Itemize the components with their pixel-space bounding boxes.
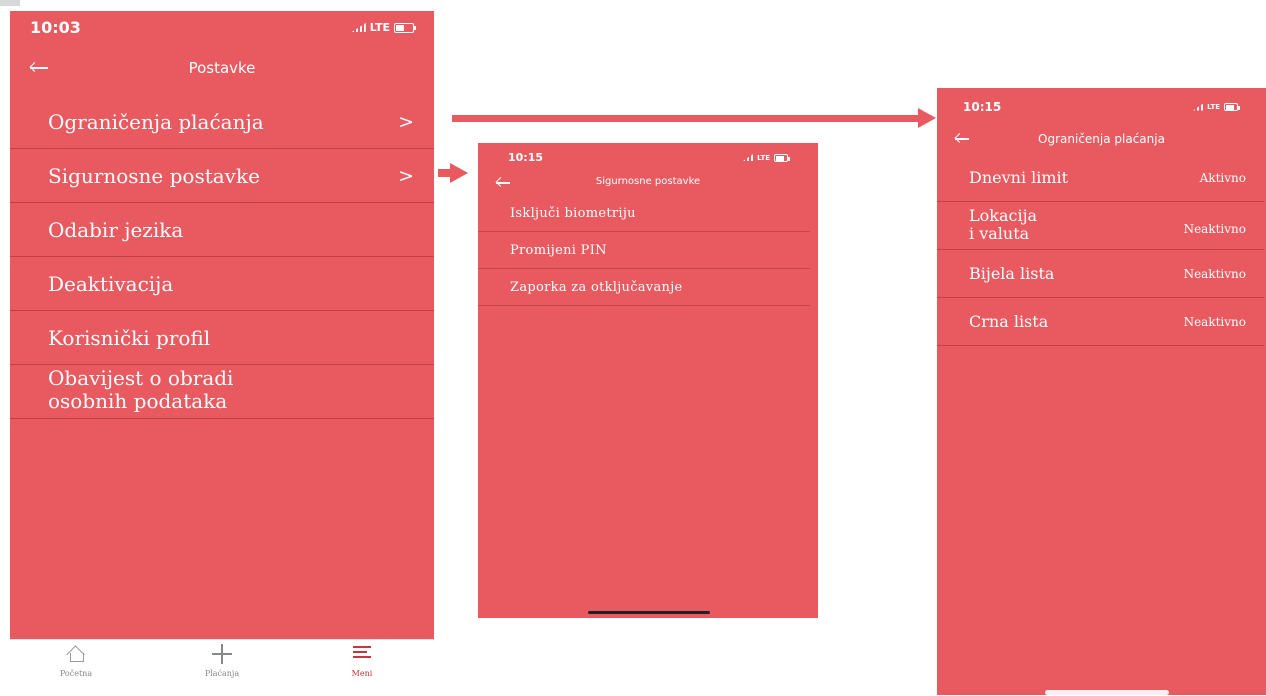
menu-item-unlock-password[interactable]: Zaporka za otključavanje [478,269,810,306]
network-label: LTE [369,21,390,34]
tab-label: Plaćanja [204,669,240,678]
status-indicators: LTE [351,21,416,34]
status-indicators: LTE [1193,103,1240,111]
menu-item-location-currency[interactable]: Lokacija i valuta Neaktivno [937,202,1264,250]
menu-icon [353,644,371,666]
menu-item-disable-biometrics[interactable]: Isključi biometriju [478,195,810,232]
status-time: 10:15 [508,151,544,164]
menu-item-label: Obavijest o obradi osobnih podataka [48,367,233,413]
label-line-2: osobnih podataka [48,389,228,413]
page-title: Postavke [188,59,256,77]
menu-item-whitelist[interactable]: Bijela lista Neaktivno [937,250,1264,298]
home-indicator [1045,690,1169,695]
signal-icon [1193,103,1204,111]
menu-item-deactivation[interactable]: Deaktivacija [10,257,434,311]
battery-icon [774,153,790,162]
screen-postavke: 10:03 LTE Postavke Ograničenja plaćanja … [10,11,434,639]
battery-icon [394,22,416,33]
label-line-1: Lokacija [969,206,1038,225]
tab-label: Meni [351,669,373,678]
signal-icon [351,23,366,32]
network-label: LTE [1207,103,1220,111]
home-indicator [588,611,710,614]
status-time: 10:03 [30,18,81,37]
menu-item-daily-limit[interactable]: Dnevni limit Aktivno [937,154,1264,202]
label-line-1: Obavijest o obradi [48,366,234,390]
menu-item-label: Zaporka za otključavanje [510,279,683,295]
menu-item-label: Promijeni PIN [510,242,607,258]
menu-item-label: Isključi biometriju [510,205,636,221]
tab-menu[interactable]: Meni [322,644,402,678]
corner-marker [0,0,20,6]
nav-bar: Postavke [10,55,434,79]
status-bar: 10:15 LTE [478,151,818,164]
tab-payments[interactable]: Plaćanja [182,644,262,678]
menu-item-payment-limits[interactable]: Ograničenja plaćanja > [10,95,434,149]
battery-icon [1224,103,1240,111]
page-title: Sigurnosne postavke [595,176,701,187]
status-bar: 10:15 LTE [937,100,1266,114]
signal-icon [743,154,754,161]
status-value: Neaktivno [1183,222,1246,236]
tab-home[interactable]: Početna [36,644,116,678]
nav-bar: Sigurnosne postavke [478,173,818,191]
menu-item-blacklist[interactable]: Crna lista Neaktivno [937,298,1264,346]
menu-item-user-profile[interactable]: Korisnički profil [10,311,434,365]
status-value: Neaktivno [1183,266,1246,281]
chevron-right-icon: > [398,110,414,133]
home-icon [67,644,85,666]
status-value: Aktivno [1199,170,1246,185]
menu-item-security-settings[interactable]: Sigurnosne postavke > [10,149,434,203]
label-line-2: i valuta [969,224,1030,243]
screen-sigurnosne-postavke: 10:15 LTE Sigurnosne postavke Isključi b… [478,143,818,618]
network-label: LTE [757,153,770,162]
plus-icon [212,644,232,666]
settings-list: Ograničenja plaćanja > Sigurnosne postav… [10,95,434,419]
menu-item-label: Ograničenja plaćanja [48,109,264,134]
status-value: Neaktivno [1183,314,1246,329]
payment-limits-list: Dnevni limit Aktivno Lokacija i valuta N… [937,154,1266,346]
page-title: Ograničenja plaćanja [1038,132,1165,146]
menu-item-label: Dnevni limit [969,168,1069,187]
status-time: 10:15 [963,100,1002,114]
menu-item-change-pin[interactable]: Promijeni PIN [478,232,810,269]
screen-ogranicenja-placanja: 10:15 LTE Ograničenja plaćanja Dnevni li… [937,88,1266,695]
tab-label: Početna [59,669,93,678]
menu-item-data-processing-notice[interactable]: Obavijest o obradi osobnih podataka [10,365,434,419]
menu-item-label: Bijela lista [969,264,1055,283]
nav-bar: Ograničenja plaćanja [937,128,1266,148]
menu-item-label: Odabir jezika [48,217,184,242]
security-settings-list: Isključi biometriju Promijeni PIN Zapork… [478,195,818,306]
status-bar: 10:03 LTE [10,18,434,37]
menu-item-label: Korisnički profil [48,325,211,350]
status-indicators: LTE [743,153,790,162]
menu-item-label: Sigurnosne postavke [48,163,260,188]
bottom-tab-bar: Početna Plaćanja Meni [10,639,434,696]
menu-item-label: Deaktivacija [48,271,174,296]
chevron-right-icon: > [398,164,414,187]
menu-item-label: Lokacija i valuta [969,207,1037,243]
menu-item-label: Crna lista [969,312,1049,331]
menu-item-language[interactable]: Odabir jezika [10,203,434,257]
